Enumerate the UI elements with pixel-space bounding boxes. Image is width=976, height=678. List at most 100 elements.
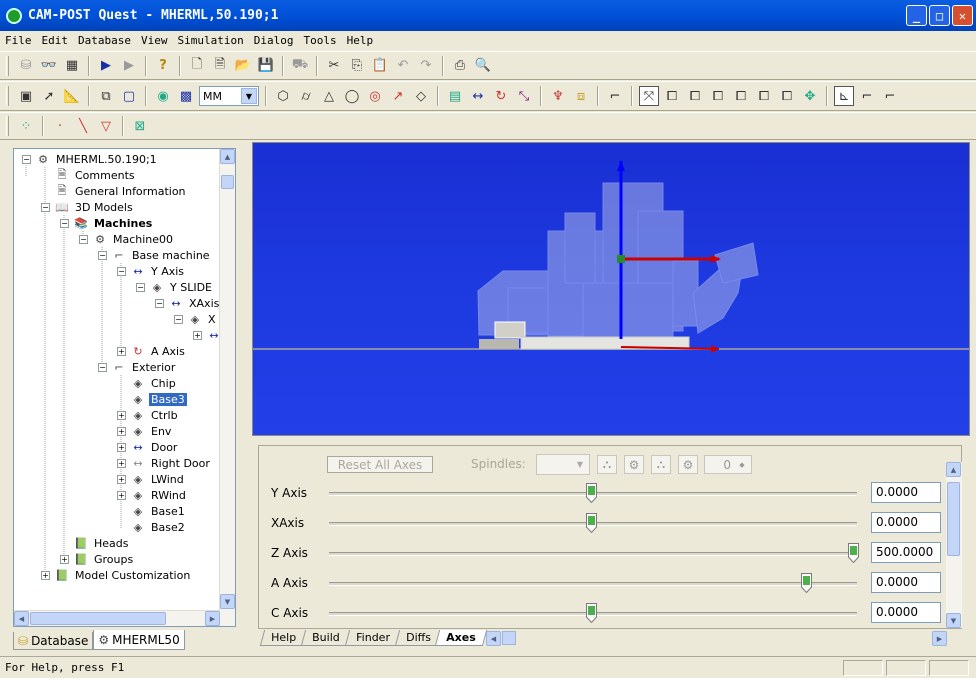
tree-node[interactable]: + ↔ Right Door: [117, 455, 212, 471]
model-tree[interactable]: − ⚙ MHERML.50.190;1 🗎 Comments 🗎 General Infor…: [13, 148, 236, 627]
axis-slider-thumb[interactable]: [586, 603, 597, 623]
view-back-icon[interactable]: ⧠: [685, 86, 705, 106]
step-icon[interactable]: ▶: [119, 56, 139, 76]
tree-node[interactable]: + 📗 Groups: [60, 551, 135, 567]
scatter-icon[interactable]: ⁘: [16, 116, 36, 136]
transform-icon[interactable]: ⤡: [514, 86, 534, 106]
select-line-icon[interactable]: ⌐: [880, 86, 900, 106]
tree-node[interactable]: 🗎 Comments: [41, 167, 137, 183]
axis-value-field[interactable]: 0.0000: [871, 482, 941, 503]
run-icon[interactable]: ▶: [96, 56, 116, 76]
spin-arrows-icon[interactable]: ◆: [734, 457, 750, 472]
axis-value-field[interactable]: 0.0000: [871, 602, 941, 623]
view-top-icon[interactable]: ⧠: [754, 86, 774, 106]
tree-node[interactable]: + ◈ LWind: [117, 471, 186, 487]
scroll-left-icon[interactable]: ◀: [486, 631, 501, 646]
tree-node[interactable]: + 📗 Model Customization: [41, 567, 192, 583]
menu-tools[interactable]: Tools: [298, 34, 341, 47]
axis-slider-track[interactable]: [329, 552, 857, 556]
menu-dialog[interactable]: Dialog: [249, 34, 299, 47]
expand-icon[interactable]: +: [117, 474, 126, 484]
tree-node[interactable]: − ⚙ MHERML.50.190;1: [22, 151, 159, 167]
tree-node[interactable]: + ◈ Ctrlb: [117, 407, 180, 423]
collapse-icon[interactable]: −: [98, 250, 107, 260]
tab-finder[interactable]: Finder: [344, 630, 401, 646]
axis-value-field[interactable]: 0.0000: [871, 512, 941, 533]
spindle-2-icon[interactable]: ⚙: [624, 455, 644, 474]
expand-icon[interactable]: +: [117, 442, 126, 452]
tree-vscroll-thumb[interactable]: [221, 175, 234, 189]
globe-icon[interactable]: ◉: [153, 86, 173, 106]
fit-view-icon[interactable]: ⤧: [639, 86, 659, 106]
title-bar[interactable]: CAM-POST Quest - MHERML,50.190;1 _ □ ✕: [0, 0, 976, 31]
expand-icon[interactable]: +: [41, 570, 50, 580]
view-left-icon[interactable]: ⧠: [708, 86, 728, 106]
tree-vertical-scrollbar[interactable]: ▲ ▼: [219, 149, 235, 626]
collapse-icon[interactable]: −: [98, 362, 107, 372]
tree-node[interactable]: ◈ Chip: [117, 375, 178, 391]
scroll-down-icon[interactable]: ▼: [946, 613, 961, 628]
expand-icon[interactable]: +: [117, 490, 126, 500]
holder-icon[interactable]: ⧈: [571, 86, 591, 106]
axis-value-field[interactable]: 500.0000: [871, 542, 941, 563]
view-right-icon[interactable]: ⧠: [731, 86, 751, 106]
coordinate-icon[interactable]: ⌐: [605, 86, 625, 106]
tree-node[interactable]: + ↔ Door: [117, 439, 179, 455]
collapse-icon[interactable]: −: [155, 298, 164, 308]
close-button[interactable]: ✕: [952, 5, 973, 26]
cut-icon[interactable]: ✂: [324, 56, 344, 76]
toolbar-grip[interactable]: [6, 55, 9, 76]
spindle-icon[interactable]: ♆: [548, 86, 568, 106]
ruler-icon[interactable]: 📐: [62, 86, 82, 106]
expand-icon[interactable]: +: [193, 330, 202, 340]
scroll-up-icon[interactable]: ▲: [946, 462, 961, 477]
spindle-4-icon[interactable]: ⚙: [678, 455, 698, 474]
intersect-icon[interactable]: ⊠: [130, 116, 150, 136]
tree-node[interactable]: ◈ Base3: [117, 391, 187, 407]
reset-all-axes-button[interactable]: Reset All Axes: [327, 456, 433, 473]
tree-node[interactable]: − ↔ XAxis: [155, 295, 221, 311]
cursor-icon[interactable]: ➚: [39, 86, 59, 106]
paste-icon[interactable]: 📋: [370, 56, 390, 76]
sphere-icon[interactable]: ◯: [342, 86, 362, 106]
expand-icon[interactable]: +: [117, 426, 126, 436]
line-icon[interactable]: ╲: [73, 116, 93, 136]
tree-node[interactable]: + ◈ Env: [117, 423, 173, 439]
axis-slider-thumb[interactable]: [586, 513, 597, 533]
view-front-icon[interactable]: ⧠: [662, 86, 682, 106]
toolbar-grip[interactable]: [6, 116, 9, 136]
tab-database[interactable]: ⛁ Database: [13, 632, 94, 650]
3d-viewport[interactable]: [252, 142, 970, 436]
point-icon[interactable]: ·: [50, 116, 70, 136]
scroll-down-icon[interactable]: ▼: [220, 594, 235, 609]
menu-simulation[interactable]: Simulation: [172, 34, 248, 47]
tree-horizontal-scrollbar[interactable]: ◀ ▶: [14, 610, 220, 626]
rotary-axis-icon[interactable]: ↻: [491, 86, 511, 106]
tree-node[interactable]: ◈ Base2: [117, 519, 187, 535]
stack-icon[interactable]: ⧉: [96, 86, 116, 106]
menu-database[interactable]: Database: [73, 34, 136, 47]
tree-node[interactable]: 📗 Heads: [60, 535, 131, 551]
tree-node[interactable]: ◈ Base1: [117, 503, 187, 519]
tab-build[interactable]: Build: [300, 630, 351, 646]
new-icon[interactable]: 🗋: [187, 56, 207, 76]
collapse-icon[interactable]: −: [136, 282, 145, 292]
tree-node[interactable]: − 📖 3D Models: [41, 199, 135, 215]
tree-node[interactable]: 🗎 General Information: [41, 183, 188, 199]
tab-axes[interactable]: Axes: [435, 630, 488, 646]
toolbar-grip[interactable]: [6, 86, 9, 106]
scroll-right-icon[interactable]: ▶: [205, 611, 220, 626]
maximize-button[interactable]: □: [929, 5, 950, 26]
spindle-count[interactable]: 0 ◆: [704, 455, 752, 474]
tree-node[interactable]: + ↻ A Axis: [117, 343, 187, 359]
import-icon[interactable]: ▤: [445, 86, 465, 106]
spindle-1-icon[interactable]: ⛬: [597, 455, 617, 474]
collapse-icon[interactable]: −: [117, 266, 126, 276]
collapse-icon[interactable]: −: [60, 218, 69, 228]
axis-value-field[interactable]: 0.0000: [871, 572, 941, 593]
cylinder-icon[interactable]: ⌭: [296, 86, 316, 106]
minimize-button[interactable]: _: [906, 5, 927, 26]
tree-node[interactable]: − ◈ X: [174, 311, 218, 327]
tree-hscroll-thumb[interactable]: [30, 612, 166, 625]
tree-node[interactable]: − ⚙ Machine00: [79, 231, 175, 247]
